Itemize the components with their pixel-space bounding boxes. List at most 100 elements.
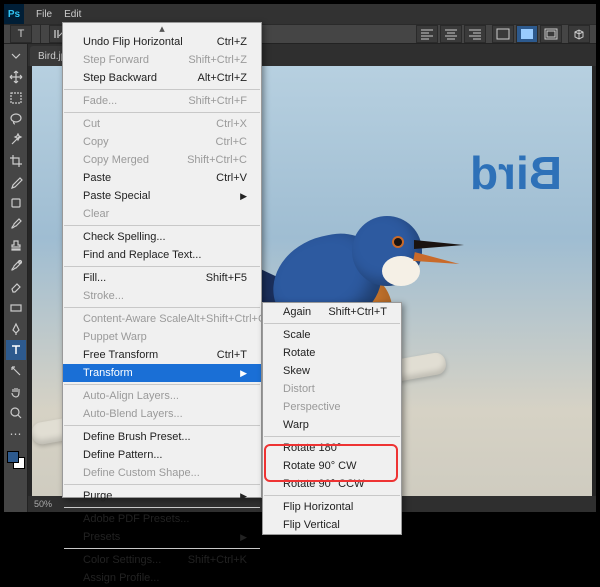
menu-separator	[64, 266, 260, 267]
menu-item-label: Define Custom Shape...	[83, 467, 200, 479]
heal-tool[interactable]	[6, 193, 26, 213]
menu-item-label: Step Forward	[83, 54, 149, 66]
menu-item-label: Define Brush Preset...	[83, 431, 191, 443]
transform-item-flip-horizontal[interactable]: Flip Horizontal	[263, 498, 401, 516]
edit-menu-item-purge[interactable]: Purge▶	[63, 487, 261, 505]
edit-menu-item-define-brush-preset[interactable]: Define Brush Preset...	[63, 428, 261, 446]
collapse-button[interactable]	[6, 46, 26, 66]
eraser-tool[interactable]	[6, 277, 26, 297]
align-right-button[interactable]	[464, 25, 486, 43]
type-tool[interactable]	[6, 340, 26, 360]
edit-menu-item-free-transform[interactable]: Free Transform Ctrl+T	[63, 346, 261, 364]
edit-menu-item-presets[interactable]: Presets▶	[63, 528, 261, 546]
marquee-tool[interactable]	[6, 88, 26, 108]
menu-item-label: Flip Horizontal	[283, 501, 353, 513]
menu-item-label: Rotate 90° CCW	[283, 478, 364, 490]
menu-item-label: Find and Replace Text...	[83, 249, 201, 261]
window-icon	[496, 28, 510, 40]
transform-item-distort: Distort	[263, 380, 401, 398]
edit-menu-item-find-and-replace-text[interactable]: Find and Replace Text...	[63, 246, 261, 264]
color-swatches[interactable]	[7, 451, 25, 469]
menu-item-label: Auto-Align Layers...	[83, 390, 179, 402]
menu-item-label: Content-Aware Scale	[83, 313, 187, 325]
menu-separator	[264, 323, 400, 324]
edit-menu-item-check-spelling[interactable]: Check Spelling...	[63, 228, 261, 246]
edit-menu-item-undo-flip-horizontal[interactable]: Undo Flip HorizontalCtrl+Z	[63, 33, 261, 51]
transform-item-rotate-180[interactable]: Rotate 180°	[263, 439, 401, 457]
hand-tool[interactable]	[6, 382, 26, 402]
edit-menu-item-adobe-pdf-presets[interactable]: Adobe PDF Presets...	[63, 510, 261, 528]
crop-tool[interactable]	[6, 151, 26, 171]
edit-menu-item-paste[interactable]: PasteCtrl+V	[63, 169, 261, 187]
wand-tool[interactable]	[6, 130, 26, 150]
menu-item-label: Auto-Blend Layers...	[83, 408, 183, 420]
path-tool[interactable]	[6, 361, 26, 381]
menu-item-shortcut: Alt+Shift+Ctrl+C	[187, 313, 266, 325]
pen-tool[interactable]	[6, 319, 26, 339]
edit-menu-item-stroke: Stroke...	[63, 287, 261, 305]
zoom-tool[interactable]	[6, 403, 26, 423]
menu-item-label: Copy	[83, 136, 109, 148]
transform-item-flip-vertical[interactable]: Flip Vertical	[263, 516, 401, 534]
align-center-button[interactable]	[440, 25, 462, 43]
transform-item-rotate-90-ccw[interactable]: Rotate 90° CCW	[263, 475, 401, 493]
menu-separator	[264, 436, 400, 437]
screen-mode-2-button[interactable]	[516, 25, 538, 43]
align-group	[416, 25, 486, 43]
transform-item-rotate-90-cw[interactable]: Rotate 90° CW	[263, 457, 401, 475]
menu-item-label: Undo Flip Horizontal	[83, 36, 183, 48]
menu-item-label: Cut	[83, 118, 100, 130]
app-logo: Ps	[4, 4, 24, 24]
edit-menu-item-assign-profile[interactable]: Assign Profile...	[63, 569, 261, 587]
screen-mode-1-button[interactable]	[492, 25, 514, 43]
lasso-tool[interactable]	[6, 109, 26, 129]
transform-item-scale[interactable]: Scale	[263, 326, 401, 344]
menu-item-shortcut: Shift+Ctrl+T	[328, 306, 387, 318]
menu-item-label: Copy Merged	[83, 154, 149, 166]
foreground-color-swatch[interactable]	[7, 451, 19, 463]
zoom-level[interactable]: 50%	[34, 499, 52, 509]
tool-panel: ⋯	[4, 44, 28, 512]
transform-item-skew[interactable]: Skew	[263, 362, 401, 380]
align-left-icon	[420, 28, 434, 40]
3d-button[interactable]	[568, 25, 590, 43]
menu-item-label: Rotate 180°	[283, 442, 341, 454]
edit-menu-dropdown: ▴ Undo Flip HorizontalCtrl+Z Step Forward…	[62, 22, 262, 498]
menu-item-shortcut: Shift+Ctrl+Z	[188, 54, 247, 66]
menu-separator	[264, 495, 400, 496]
menu-file[interactable]: File	[30, 9, 58, 20]
menu-separator	[64, 548, 260, 549]
menu-item-label: Color Settings...	[83, 554, 161, 566]
edit-menu-item-transform[interactable]: Transform▶	[63, 364, 261, 382]
menu-item-label: Define Pattern...	[83, 449, 163, 461]
brush-tool[interactable]	[6, 214, 26, 234]
align-left-button[interactable]	[416, 25, 438, 43]
transform-item-warp[interactable]: Warp	[263, 416, 401, 434]
align-center-icon	[444, 28, 458, 40]
edit-menu-item-paste-special[interactable]: Paste Special▶	[63, 187, 261, 205]
tool-indicator[interactable]: T	[10, 25, 32, 43]
transform-item-again[interactable]: AgainShift+Ctrl+T	[263, 303, 401, 321]
menu-item-label: Fade...	[83, 95, 117, 107]
menu-item-label: Free Transform	[83, 349, 158, 361]
menu-scroll-up[interactable]: ▴	[63, 23, 261, 33]
edit-menu-item-fill[interactable]: Fill...Shift+F5	[63, 269, 261, 287]
move-tool[interactable]	[6, 67, 26, 87]
stamp-tool[interactable]	[6, 235, 26, 255]
transform-item-rotate[interactable]: Rotate	[263, 344, 401, 362]
edit-menu-item-step-backward[interactable]: Step BackwardAlt+Ctrl+Z	[63, 69, 261, 87]
edit-menu-item-clear: Clear	[63, 205, 261, 223]
more-tools[interactable]: ⋯	[6, 424, 26, 444]
edit-menu-item-color-settings[interactable]: Color Settings...Shift+Ctrl+K	[63, 551, 261, 569]
menu-item-shortcut: Ctrl+T	[217, 349, 247, 361]
screen-mode-3-button[interactable]	[540, 25, 562, 43]
menu-separator	[64, 484, 260, 485]
menu-edit[interactable]: Edit	[58, 9, 87, 20]
edit-menu-item-define-pattern[interactable]: Define Pattern...	[63, 446, 261, 464]
history-brush-tool[interactable]	[6, 256, 26, 276]
transform-item-perspective: Perspective	[263, 398, 401, 416]
menu-item-label: Puppet Warp	[83, 331, 147, 343]
menu-item-label: Flip Vertical	[283, 519, 340, 531]
gradient-tool[interactable]	[6, 298, 26, 318]
eyedropper-tool[interactable]	[6, 172, 26, 192]
